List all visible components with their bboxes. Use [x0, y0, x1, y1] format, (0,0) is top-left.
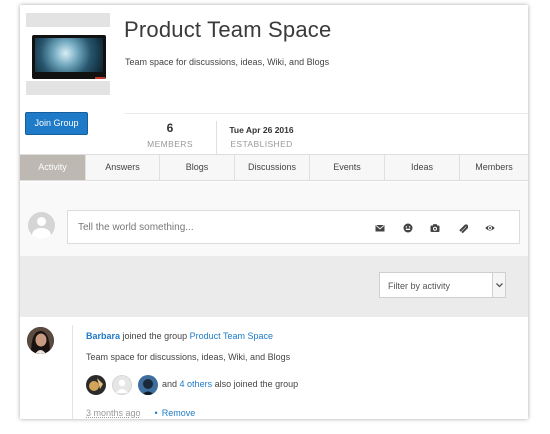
also-joined-text: and 4 others also joined the group	[162, 379, 298, 389]
tab-answers[interactable]: Answers	[86, 155, 160, 180]
feed-divider	[72, 325, 73, 419]
member-avatar-placeholder[interactable]	[112, 375, 132, 395]
activity-meta: 3 months ago • Remove	[86, 408, 195, 418]
member-avatar[interactable]	[138, 375, 158, 395]
envelope-icon[interactable]	[375, 223, 385, 233]
tab-members[interactable]: Members	[460, 155, 528, 180]
member-avatar[interactable]	[86, 375, 106, 395]
tab-ideas[interactable]: Ideas	[385, 155, 460, 180]
tab-events[interactable]: Events	[310, 155, 385, 180]
established-stat: Tue Apr 26 2016 ESTABLISHED	[216, 121, 306, 155]
attachment-icon[interactable]	[458, 223, 468, 233]
others-link[interactable]: 4 others	[180, 379, 213, 389]
and-text: and	[162, 379, 178, 389]
eye-icon[interactable]	[485, 223, 495, 233]
also-joined-suffix: also joined the group	[214, 379, 299, 389]
status-placeholder: Tell the world something...	[78, 222, 194, 233]
page-title: Product Team Space	[124, 17, 332, 42]
group-tabs: Activity Answers Blogs Discussions Event…	[20, 154, 528, 181]
barbara-avatar[interactable]	[27, 327, 54, 354]
tab-activity[interactable]: Activity	[20, 155, 86, 180]
members-label: MEMBERS	[147, 139, 193, 149]
established-label: ESTABLISHED	[230, 139, 293, 149]
stats-divider	[124, 113, 528, 114]
activity-feed: Barbara joined the group Product Team Sp…	[20, 317, 528, 419]
tab-blogs[interactable]: Blogs	[160, 155, 235, 180]
image-placeholder-bottom	[26, 81, 110, 95]
filter-selected-value: Filter by activity	[388, 281, 451, 291]
established-date: Tue Apr 26 2016	[229, 125, 294, 135]
activity-headline: Barbara joined the group Product Team Sp…	[86, 331, 273, 341]
members-stat[interactable]: 6 MEMBERS	[125, 121, 215, 149]
members-count: 6	[166, 121, 174, 135]
filter-dropdown-button[interactable]	[492, 273, 505, 297]
group-description: Team space for discussions, ideas, Wiki,…	[125, 57, 330, 67]
filter-bar: Filter by activity	[20, 256, 528, 317]
activity-group-description: Team space for discussions, ideas, Wiki,…	[86, 352, 291, 362]
group-page: Product Team Space Team space for discus…	[20, 5, 528, 419]
join-group-button[interactable]: Join Group	[25, 112, 88, 135]
group-image	[26, 13, 110, 97]
tab-discussions[interactable]: Discussions	[235, 155, 310, 180]
camera-icon[interactable]	[430, 223, 440, 233]
status-composer: Tell the world something...	[20, 182, 528, 256]
image-placeholder-top	[26, 13, 110, 27]
tv-image	[32, 35, 106, 79]
bullet-separator: •	[154, 408, 158, 418]
remove-link[interactable]: Remove	[162, 408, 196, 418]
activity-filter-select[interactable]: Filter by activity	[379, 272, 506, 298]
group-link[interactable]: Product Team Space	[190, 331, 273, 341]
emoji-icon[interactable]	[403, 223, 413, 233]
activity-timestamp[interactable]: 3 months ago	[86, 408, 141, 418]
current-user-avatar	[28, 212, 55, 239]
activity-action: joined the group	[122, 331, 188, 341]
chevron-down-icon	[496, 283, 503, 288]
user-link[interactable]: Barbara	[86, 331, 120, 341]
status-input[interactable]: Tell the world something...	[67, 210, 520, 244]
